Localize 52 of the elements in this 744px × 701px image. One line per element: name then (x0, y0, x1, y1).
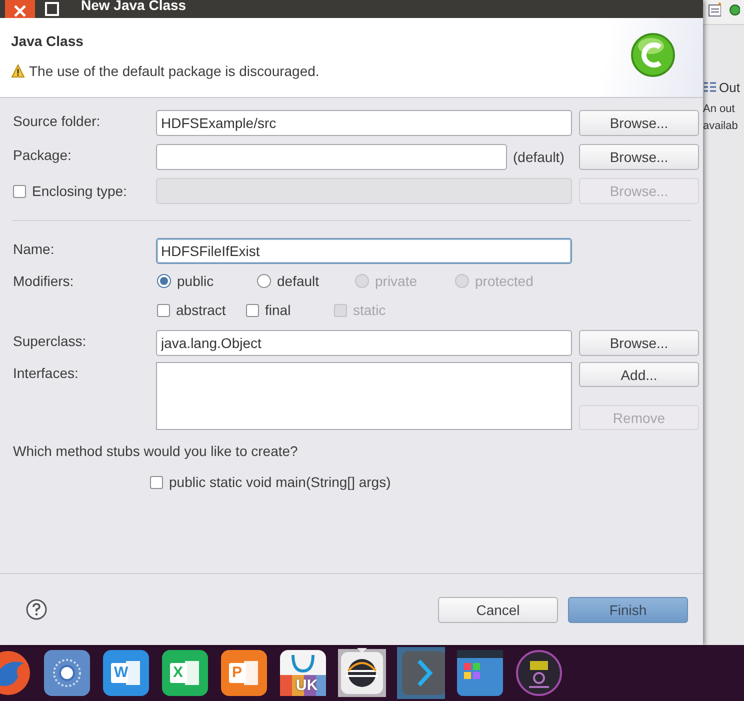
taskbar-item[interactable] (338, 649, 386, 697)
checkbox-label: final (265, 302, 291, 318)
field-label: Superclass: (13, 332, 88, 349)
header-message: The use of the default package is discouraged. (29, 63, 320, 79)
radio-label: protected (475, 273, 534, 289)
radio-button[interactable] (257, 274, 271, 288)
checkbox[interactable] (157, 304, 170, 316)
checkbox-label: public static void main(String[] args) (169, 474, 391, 490)
package-field[interactable] (156, 144, 507, 170)
radio-button[interactable] (157, 274, 171, 288)
list-button[interactable]: Add... (579, 362, 699, 387)
toolbar-icon[interactable] (707, 2, 720, 18)
checkbox-label: static (353, 302, 386, 318)
view-text: An out (703, 102, 736, 117)
view-text: availab (703, 119, 739, 134)
browse-button[interactable]: Browse... (579, 330, 699, 356)
dialog-button[interactable]: Cancel (438, 596, 558, 622)
stubs-question: Which method stubs would you like to create? (13, 443, 299, 459)
class-icon (630, 32, 676, 78)
radio-label: public (177, 273, 214, 289)
page-title: Java Class (11, 33, 84, 49)
text-field[interactable]: HDFSExample/src (156, 110, 572, 136)
checkbox[interactable] (246, 304, 259, 316)
outline-icon[interactable] (703, 80, 717, 94)
field-label: Interfaces: (13, 364, 80, 381)
taskbar-item[interactable] (515, 649, 563, 697)
superclass-field[interactable]: java.lang.Object (156, 330, 572, 356)
view-tab[interactable]: Out (719, 80, 740, 95)
checkbox-label: Enclosing type: (32, 183, 127, 199)
maximize-button[interactable] (45, 2, 59, 16)
radio-label: private (375, 273, 418, 289)
interfaces-list[interactable] (156, 362, 572, 430)
window-title: New Java Class (81, 0, 186, 15)
default-package-hint: (default) (513, 149, 564, 165)
field-label: Modifiers: (13, 272, 75, 289)
close-button[interactable] (5, 0, 35, 18)
field-label: Source folder: (13, 112, 102, 129)
taskbar-item[interactable] (43, 649, 91, 697)
field-label: Package: (13, 146, 72, 163)
close-icon (13, 4, 27, 18)
taskbar-item[interactable] (456, 649, 504, 697)
help-icon[interactable] (26, 599, 47, 620)
field-label: Name: (13, 240, 56, 257)
browse-button[interactable]: Browse... (579, 144, 699, 170)
checkbox[interactable] (150, 476, 163, 488)
warning-icon (11, 64, 25, 78)
radio-label: default (277, 273, 320, 289)
checkbox-label: abstract (176, 302, 226, 318)
dialog-button[interactable]: Finish (568, 596, 688, 622)
browse-button[interactable]: Browse... (579, 110, 699, 136)
toolbar-icon[interactable] (726, 2, 740, 18)
name-field[interactable]: HDFSFileIfExist (156, 238, 572, 264)
